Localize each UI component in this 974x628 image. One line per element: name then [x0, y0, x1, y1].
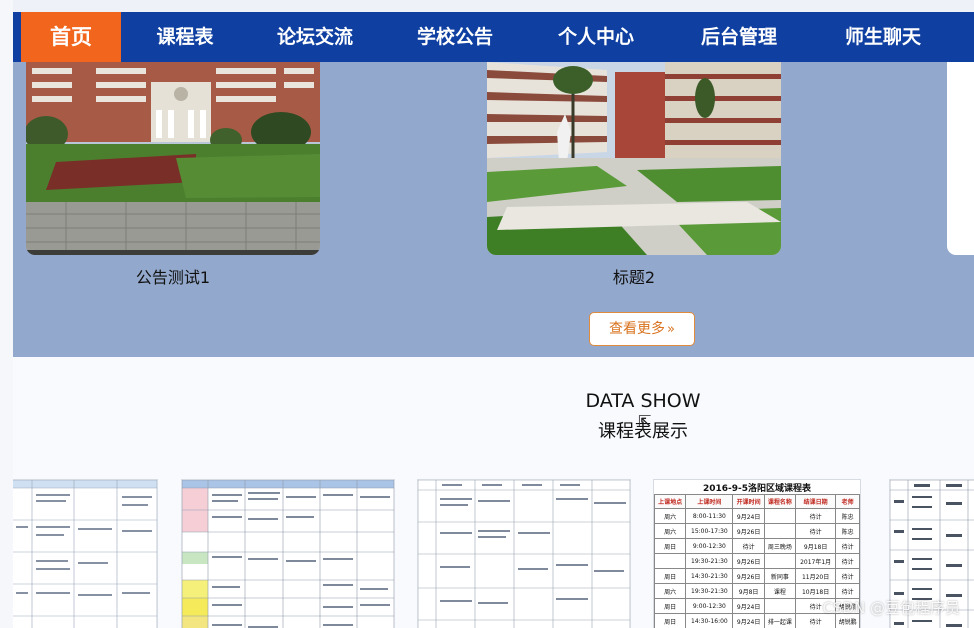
nav-item-forum[interactable]: 论坛交流 [265, 12, 365, 62]
schedule-sheet-header-row: 上课地点 上课时间 开课时间 课程名称 结课日期 老师 [654, 494, 860, 509]
mouse-cursor-icon: ⇱ [638, 412, 652, 431]
schedule-sheet-cell: 周六 [654, 508, 687, 524]
schedule-sheet-row: 周日 14:30-21:30 9月26日 新同事 11月20日 待计 [654, 568, 860, 584]
nav-item-admin[interactable]: 后台管理 [689, 12, 789, 62]
notice-image-1[interactable] [26, 62, 320, 255]
nav-item-chat[interactable]: 师生聊天 [833, 12, 933, 62]
view-more-label: 查看更多 [609, 321, 666, 337]
schedule-sheet-row: 周六 8:00-11:30 9月24日 待计 陈忠 [654, 508, 860, 524]
schedule-sheet-column-header: 上课时间 [685, 494, 734, 509]
left-gutter [0, 0, 13, 628]
schedule-sheet-cell: 周日 [654, 538, 687, 554]
nav-item-schedule[interactable]: 课程表 [141, 12, 229, 62]
schedule-sheet-cell: 15:00-17:30 [685, 523, 734, 539]
schedule-sheet-cell: 周六 [654, 583, 687, 599]
schedule-sheet-column-header: 老师 [835, 494, 860, 509]
nav-item-profile[interactable]: 个人中心 [546, 12, 646, 62]
schedule-sheet-cell: 9月24日 [732, 598, 765, 614]
schedule-sheet-cell: 排一起课 [763, 613, 797, 628]
schedule-sheet-cell [763, 523, 797, 539]
schedule-thumbnail-1[interactable] [13, 479, 158, 628]
nav-item-home[interactable]: 首页 [21, 12, 121, 62]
schedule-sheet-cell: 9月24日 [732, 508, 765, 524]
data-show-section: DATA SHOW 课程表展示 ⇱ 2016-9-5洛阳区域课程表 上课地点 上… [13, 357, 974, 628]
schedule-sheet-cell: 周日 [654, 568, 687, 584]
schedule-sheet-cell: 待计 [835, 538, 860, 554]
schedule-sheet-row: 周六 15:00-17:30 9月26日 待计 陈忠 [654, 523, 860, 539]
notice-caption-2[interactable]: 标题2 [487, 264, 781, 288]
schedule-thumbnail-2[interactable] [181, 479, 395, 628]
schedule-sheet-cell: 9:00-12:30 [685, 538, 734, 554]
schedule-sheet-cell: 陈忠 [835, 508, 860, 524]
schedule-sheet-cell: 9:00-12:30 [685, 598, 734, 614]
schedule-sheet-cell: 9月26日 [732, 568, 765, 584]
page-content: 首页 课程表 论坛交流 学校公告 个人中心 后台管理 师生聊天 公告测试1 标题… [13, 12, 974, 628]
schedule-sheet-cell: 9月26日 [732, 523, 765, 539]
schedule-sheet-cell: 14:30-21:30 [685, 568, 734, 584]
schedule-sheet-cell: 9月8日 [732, 583, 765, 599]
schedule-thumbnail-3[interactable] [417, 479, 631, 628]
notice-image-2[interactable] [487, 62, 781, 255]
schedule-sheet-heading: 2016-9-5洛阳区域课程表 [702, 484, 812, 494]
schedule-sheet-cell: 14:30-16:00 [685, 613, 734, 628]
schedule-sheet-cell [763, 508, 797, 524]
schedule-sheet-column-header: 开课时间 [732, 494, 765, 509]
schedule-sheet-cell: 19:30-21:30 [685, 583, 734, 599]
double-chevron-right-icon: » [667, 322, 675, 337]
schedule-sheet-cell: 待计 [835, 553, 860, 569]
schedule-sheet-row: 19:30-21:30 9月26日 2017年1月 待计 [654, 553, 860, 569]
schedule-sheet-column-header: 上课地点 [654, 494, 687, 509]
schedule-sheet-cell [763, 598, 797, 614]
schedule-sheet-cell: 8:00-11:30 [685, 508, 734, 524]
csdn-watermark: CSDN @豆包程序员 [822, 599, 960, 617]
schedule-sheet-column-header: 结课日期 [795, 494, 837, 509]
schedule-sheet-cell: 9月18日 [795, 538, 837, 554]
schedule-sheet-cell: 周六 [654, 523, 687, 539]
schedule-sheet-cell [763, 553, 797, 569]
schedule-sheet-cell: 2017年1月 [795, 553, 837, 569]
schedule-sheet-cell: 课程 [763, 583, 797, 599]
schedule-sheet-cell: 周日 [654, 598, 687, 614]
schedule-sheet-cell: 待计 [795, 523, 837, 539]
schedule-sheet-cell: 待计 [835, 568, 860, 584]
notice-card-partial[interactable] [947, 62, 974, 255]
nav-item-announcements[interactable]: 学校公告 [405, 12, 505, 62]
schedule-sheet-cell: 周日 [654, 613, 687, 628]
schedule-sheet-column-header: 课程名称 [763, 494, 797, 509]
top-nav: 首页 课程表 论坛交流 学校公告 个人中心 后台管理 师生聊天 [13, 12, 974, 62]
schedule-sheet-cell: 待计 [795, 508, 837, 524]
notice-section: 公告测试1 标题2 查看更多 » [13, 62, 974, 357]
view-more-button[interactable]: 查看更多» [589, 312, 695, 346]
schedule-sheet-cell: 11月20日 [795, 568, 837, 584]
schedule-sheet-cell [654, 553, 687, 569]
notice-caption-1[interactable]: 公告测试1 [26, 264, 320, 288]
schedule-sheet-cell: 9月26日 [732, 553, 765, 569]
schedule-sheet-cell: 19:30-21:30 [685, 553, 734, 569]
schedule-sheet-cell: 陈忠 [835, 523, 860, 539]
schedule-sheet-cell: 周三晚场 [763, 538, 797, 554]
schedule-sheet-cell: 新同事 [763, 568, 797, 584]
schedule-sheet-cell: 待计 [732, 538, 765, 554]
schedule-sheet-cell: 9月24日 [732, 613, 765, 628]
section-title: DATA SHOW [585, 390, 701, 412]
schedule-sheet-row: 周日 9:00-12:30 待计 周三晚场 9月18日 待计 [654, 538, 860, 554]
